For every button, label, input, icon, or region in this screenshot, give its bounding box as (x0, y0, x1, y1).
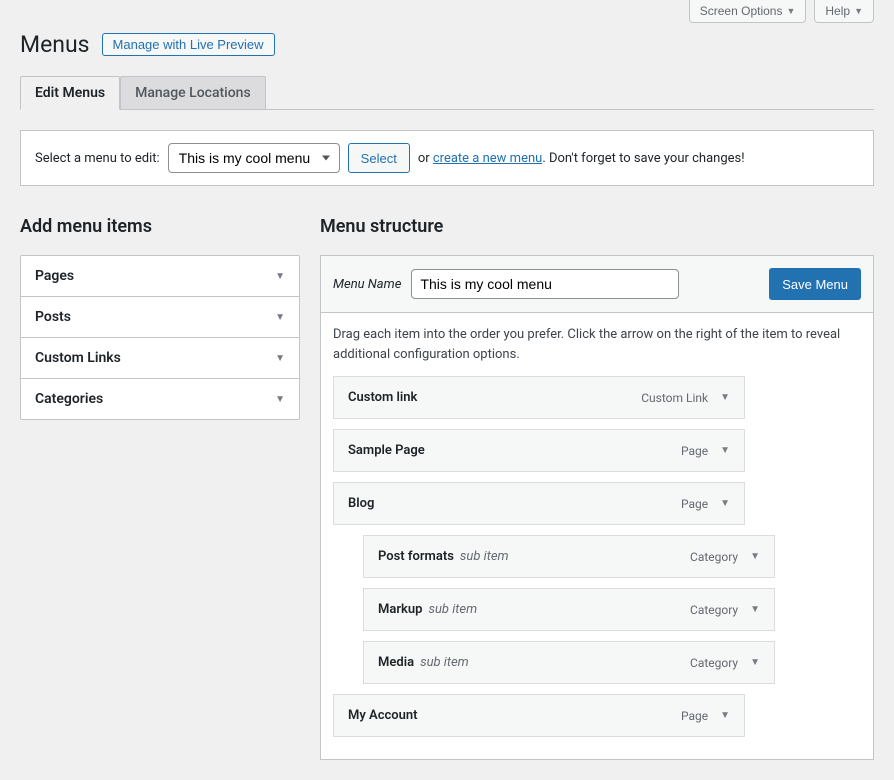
accordion-posts[interactable]: Posts ▼ (21, 297, 299, 338)
sub-item-label: sub item (420, 655, 469, 670)
chevron-down-icon: ▼ (275, 394, 285, 405)
menu-item-title: Markup (378, 602, 422, 617)
menu-item-title: Custom link (348, 390, 417, 405)
chevron-down-icon[interactable]: ▼ (720, 392, 730, 403)
menu-items-accordion: Pages ▼ Posts ▼ Custom Links ▼ Categorie… (20, 255, 300, 420)
chevron-down-icon[interactable]: ▼ (750, 604, 760, 615)
chevron-down-icon: ▼ (275, 271, 285, 282)
menu-item-markup[interactable]: Markup sub item Category ▼ (363, 588, 775, 631)
chevron-down-icon: ▼ (786, 6, 795, 16)
accordion-custom-links[interactable]: Custom Links ▼ (21, 338, 299, 379)
screen-options-label: Screen Options (700, 4, 783, 18)
accordion-label: Categories (35, 391, 103, 407)
menu-item-custom-link[interactable]: Custom link Custom Link ▼ (333, 376, 745, 419)
menu-item-type: Page (681, 709, 708, 723)
chevron-down-icon[interactable]: ▼ (750, 657, 760, 668)
menu-item-type: Page (681, 444, 708, 458)
add-menu-items-heading: Add menu items (20, 216, 300, 237)
accordion-pages[interactable]: Pages ▼ (21, 256, 299, 297)
menu-item-type: Custom Link (641, 391, 708, 405)
menu-structure-heading: Menu structure (320, 216, 874, 237)
menu-header: Menu Name Save Menu (321, 256, 873, 313)
chevron-down-icon[interactable]: ▼ (720, 445, 730, 456)
menu-item-title: Post formats (378, 549, 454, 564)
chevron-down-icon[interactable]: ▼ (750, 551, 760, 562)
menu-item-my-account[interactable]: My Account Page ▼ (333, 694, 745, 737)
chevron-down-icon: ▼ (275, 353, 285, 364)
chevron-down-icon: ▼ (854, 6, 863, 16)
accordion-label: Pages (35, 268, 74, 284)
instructions-text: Drag each item into the order you prefer… (321, 313, 873, 376)
select-menu-bar: Select a menu to edit: This is my cool m… (20, 130, 874, 186)
menu-item-title: Sample Page (348, 443, 425, 458)
menu-item-type: Page (681, 497, 708, 511)
select-menu-label: Select a menu to edit: (35, 151, 160, 166)
page-title: Menus (20, 31, 90, 58)
menu-item-title: Blog (348, 496, 374, 511)
select-button[interactable]: Select (348, 143, 410, 173)
menu-item-blog[interactable]: Blog Page ▼ (333, 482, 745, 525)
screen-options-button[interactable]: Screen Options ▼ (689, 0, 807, 23)
tab-manage-locations[interactable]: Manage Locations (120, 76, 266, 110)
accordion-label: Custom Links (35, 350, 121, 366)
help-label: Help (825, 4, 850, 18)
save-menu-button[interactable]: Save Menu (769, 268, 861, 300)
accordion-categories[interactable]: Categories ▼ (21, 379, 299, 419)
sub-item-label: sub item (428, 602, 477, 617)
menu-item-type: Category (690, 550, 738, 564)
menu-item-type: Category (690, 603, 738, 617)
chevron-down-icon[interactable]: ▼ (720, 710, 730, 721)
or-text: or create a new menu. Don't forget to sa… (418, 151, 745, 166)
menu-select-dropdown[interactable]: This is my cool menu (168, 143, 340, 173)
menu-structure-box: Menu Name Save Menu Drag each item into … (320, 255, 874, 760)
chevron-down-icon[interactable]: ▼ (720, 498, 730, 509)
menu-item-type: Category (690, 656, 738, 670)
chevron-down-icon: ▼ (275, 312, 285, 323)
menu-name-input[interactable] (411, 269, 679, 299)
accordion-label: Posts (35, 309, 71, 325)
sub-item-label: sub item (460, 549, 509, 564)
menu-name-label: Menu Name (333, 277, 401, 292)
create-new-menu-link[interactable]: create a new menu (433, 151, 542, 166)
menu-item-title: Media (378, 655, 414, 670)
tabs-nav: Edit Menus Manage Locations (20, 76, 874, 110)
menu-item-title: My Account (348, 708, 418, 723)
menu-items-list: Custom link Custom Link ▼ Sample Page Pa… (321, 376, 873, 759)
menu-item-sample-page[interactable]: Sample Page Page ▼ (333, 429, 745, 472)
menu-item-media[interactable]: Media sub item Category ▼ (363, 641, 775, 684)
menu-item-post-formats[interactable]: Post formats sub item Category ▼ (363, 535, 775, 578)
live-preview-button[interactable]: Manage with Live Preview (102, 33, 275, 56)
tab-edit-menus[interactable]: Edit Menus (20, 76, 120, 110)
help-button[interactable]: Help ▼ (814, 0, 874, 23)
